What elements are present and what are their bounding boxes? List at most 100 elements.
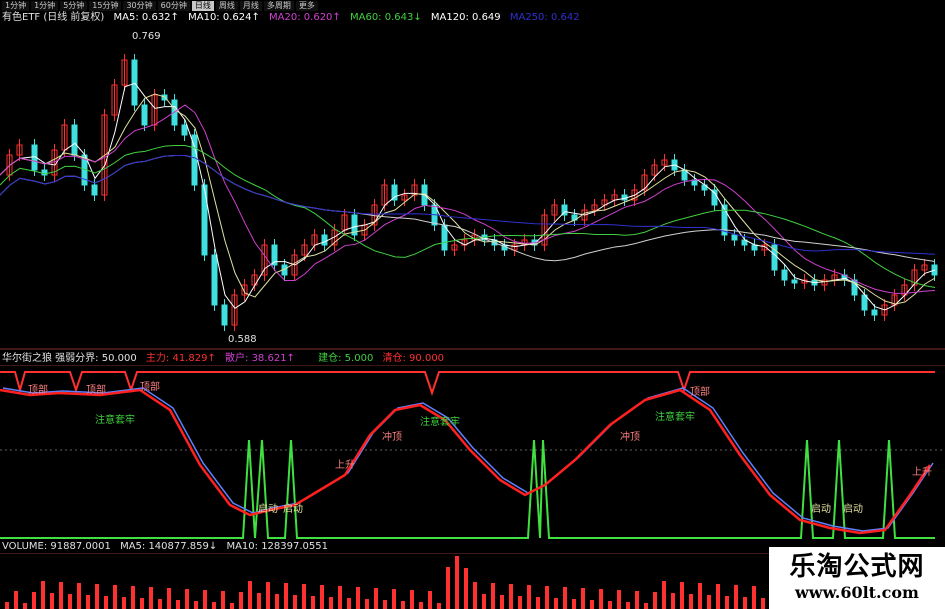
volume-bar bbox=[608, 601, 612, 609]
volume-bar bbox=[149, 587, 153, 609]
volume-bar bbox=[509, 584, 513, 609]
ma5-label: MA5: 0.632↑ bbox=[113, 12, 179, 23]
indicator-info-bar: 华尔街之狼 强弱分界: 50.000 主力: 41.829↑ 散户: 38.62… bbox=[2, 353, 450, 365]
volume-bar bbox=[248, 581, 252, 609]
volume-bar bbox=[365, 599, 369, 609]
security-title[interactable]: 有色ETF (日线 前复权) bbox=[2, 12, 104, 23]
volume-bar bbox=[419, 602, 423, 609]
volume-bar bbox=[347, 598, 351, 609]
period-tab[interactable]: 1分钟 bbox=[31, 0, 59, 11]
volume-bar bbox=[302, 584, 306, 609]
volume-bar bbox=[554, 598, 558, 609]
volume-bar bbox=[275, 594, 279, 609]
volume-bar bbox=[194, 601, 198, 609]
volume-bar bbox=[131, 586, 135, 609]
volume-bar bbox=[635, 591, 639, 609]
build-position-line bbox=[0, 439, 935, 539]
volume-bar bbox=[653, 592, 657, 609]
candlestick-chart[interactable]: 0.769 0.588 bbox=[0, 25, 945, 350]
volume-bar bbox=[374, 588, 378, 609]
volume-bar bbox=[113, 585, 117, 609]
period-tab[interactable]: 周线 bbox=[215, 0, 238, 11]
indicator-chart[interactable]: 顶部 顶部 顶部注意套牢 注意套牢 注意套牢冲顶 冲顶上升上升启动 启动 启动 启动顶部 bbox=[0, 365, 945, 543]
period-tab[interactable]: 1分钟 bbox=[2, 0, 30, 11]
volume-bar bbox=[626, 602, 630, 609]
volume-bar bbox=[446, 567, 450, 609]
volume-bar bbox=[320, 585, 324, 609]
volume-bar bbox=[644, 603, 648, 609]
volume-bar bbox=[14, 591, 18, 609]
volume-bar bbox=[662, 581, 666, 609]
volume-bar bbox=[725, 596, 729, 609]
indicator-title[interactable]: 华尔街之狼 强弱分界: 50.000 bbox=[2, 353, 137, 364]
indicator-annotation: 顶部 bbox=[690, 385, 710, 398]
volume-bar bbox=[581, 588, 585, 609]
volume-bar bbox=[590, 600, 594, 609]
volume-bar bbox=[734, 585, 738, 609]
volume-bar bbox=[266, 582, 270, 609]
volume-bar bbox=[230, 603, 234, 609]
volume-bar bbox=[104, 596, 108, 609]
volume-bar bbox=[428, 591, 432, 609]
ma120-label: MA120: 0.649 bbox=[430, 12, 501, 23]
indicator-annotation: 上升 bbox=[335, 459, 355, 471]
volume-bar bbox=[329, 597, 333, 609]
retail-label: 散户: 38.621↑ bbox=[225, 353, 295, 364]
indicator-annotation: 顶部 bbox=[28, 383, 48, 396]
volume-ma5-label: MA5: 140877.859↓ bbox=[120, 541, 218, 552]
volume-ma10-label: MA10: 128397.0551 bbox=[226, 541, 328, 552]
period-tab[interactable]: 月线 bbox=[239, 0, 262, 11]
volume-bar bbox=[500, 595, 504, 609]
volume-bar bbox=[311, 596, 315, 609]
volume-bar bbox=[410, 590, 414, 609]
ma250-label: MA250: 0.642 bbox=[509, 12, 580, 23]
period-tab[interactable]: 日线 bbox=[191, 0, 214, 11]
ma60-line bbox=[0, 145, 936, 289]
ma20-label: MA20: 0.620↑ bbox=[269, 12, 341, 23]
indicator-annotation: 注意套牢 bbox=[655, 410, 695, 423]
indicator-annotation: 上升 bbox=[912, 466, 932, 478]
period-tab[interactable]: 30分钟 bbox=[123, 0, 156, 11]
volume-bar bbox=[50, 593, 54, 609]
indicator-annotation: 启动 bbox=[843, 502, 863, 515]
volume-bar bbox=[680, 582, 684, 609]
indicator-annotation: 冲顶 bbox=[382, 430, 402, 443]
period-tab[interactable]: 5分钟 bbox=[60, 0, 88, 11]
volume-bar bbox=[671, 593, 675, 609]
period-tab[interactable]: 更多 bbox=[295, 0, 318, 11]
volume-bar bbox=[5, 602, 9, 609]
volume-bar bbox=[203, 590, 207, 609]
volume-label[interactable]: VOLUME: 91887.0001 bbox=[2, 541, 111, 552]
volume-bar bbox=[518, 596, 522, 609]
volume-info-bar: VOLUME: 91887.0001 MA5: 140877.859↓ MA10… bbox=[2, 541, 334, 553]
volume-bar bbox=[689, 594, 693, 609]
volume-bar bbox=[743, 597, 747, 609]
volume-bar bbox=[140, 598, 144, 609]
period-tab[interactable]: 15分钟 bbox=[89, 0, 122, 11]
volume-bar bbox=[68, 594, 72, 609]
indicator-annotation: 启动 bbox=[258, 502, 278, 515]
period-tab[interactable]: 60分钟 bbox=[157, 0, 190, 11]
indicator-annotation: 注意套牢 bbox=[95, 413, 135, 426]
volume-bar bbox=[392, 589, 396, 609]
volume-bar bbox=[338, 586, 342, 609]
ma10-line bbox=[0, 93, 936, 305]
volume-bar bbox=[599, 589, 603, 609]
ma120-line bbox=[0, 155, 936, 262]
build-position-label: 建仓: 5.000 bbox=[318, 353, 374, 364]
period-tab[interactable]: 多周期 bbox=[263, 0, 294, 11]
volume-bar bbox=[41, 581, 45, 609]
volume-bar bbox=[221, 591, 225, 609]
volume-bar bbox=[563, 587, 567, 609]
watermark-title: 乐淘公式网 bbox=[789, 552, 925, 582]
main-force-label: 主力: 41.829↑ bbox=[145, 353, 216, 364]
main-info-bar: 有色ETF (日线 前复权) MA5: 0.632↑ MA10: 0.624↑ … bbox=[2, 12, 586, 24]
volume-bar bbox=[527, 585, 531, 609]
volume-bar bbox=[707, 595, 711, 609]
price-low-label: 0.588 bbox=[228, 334, 257, 345]
indicator-annotation: 启动 bbox=[283, 502, 303, 515]
period-toolbar: 1分钟 1分钟 5分钟 15分钟 30分钟 60分钟 日线 周线 月线 多周期 更多 bbox=[0, 0, 945, 11]
main-force-line bbox=[0, 388, 932, 535]
volume-bar bbox=[491, 583, 495, 609]
volume-bar bbox=[95, 584, 99, 609]
